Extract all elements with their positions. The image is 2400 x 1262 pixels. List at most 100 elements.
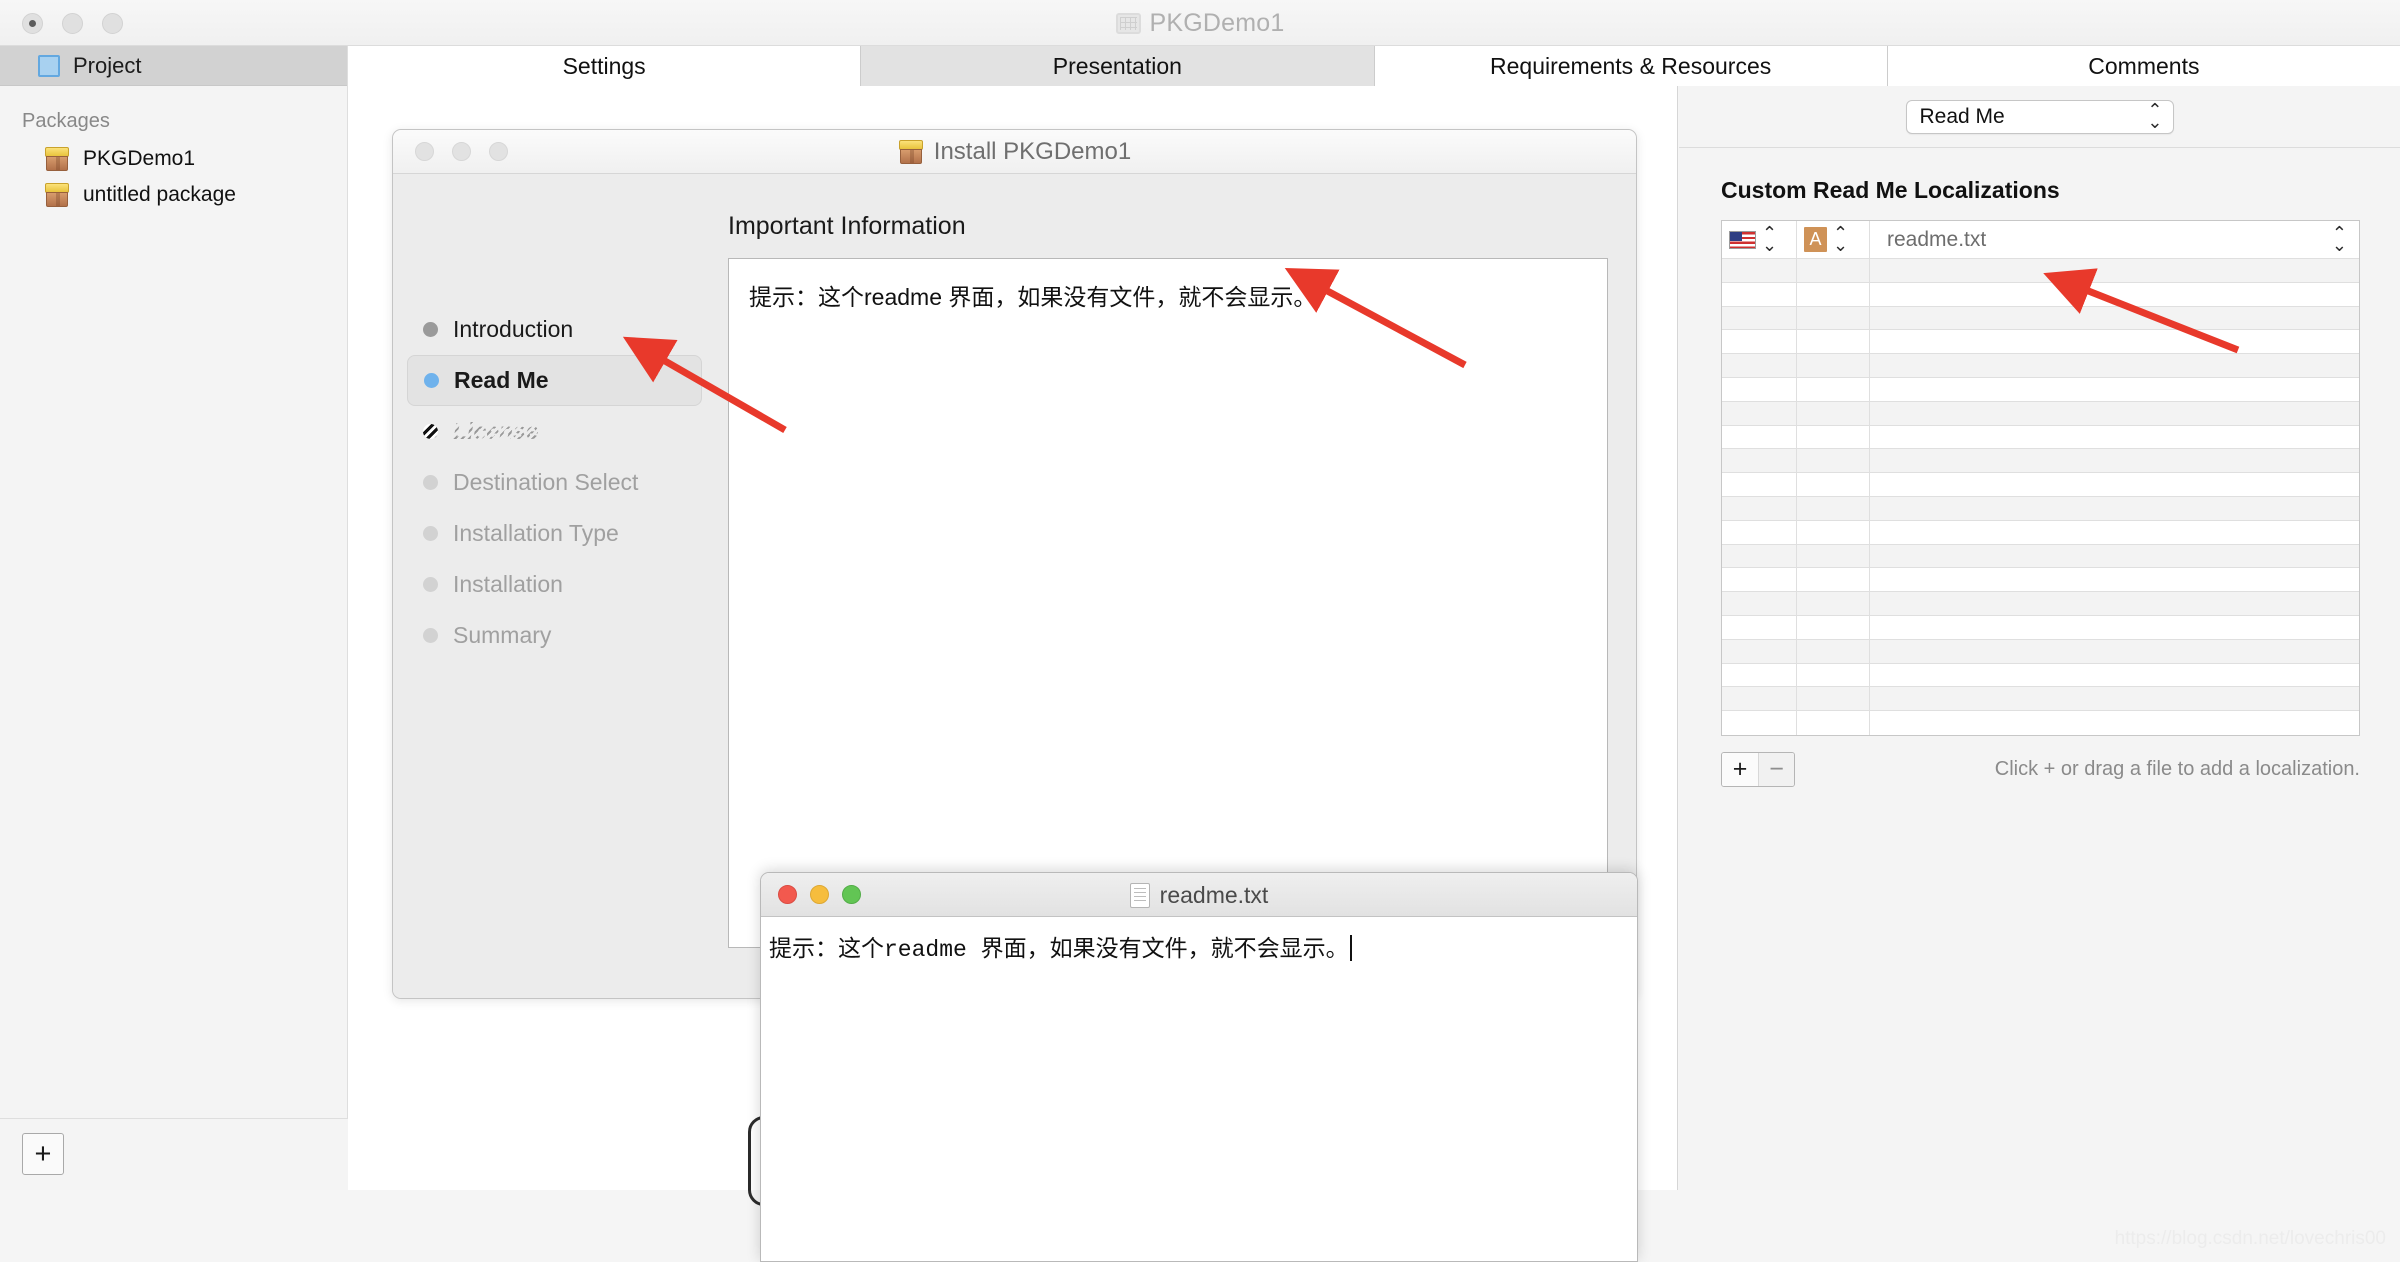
encoding-cell[interactable]: A ⌃⌄ [1797, 221, 1870, 258]
file-cell[interactable] [1870, 426, 2359, 449]
language-cell[interactable] [1722, 664, 1797, 687]
file-cell[interactable] [1870, 473, 2359, 496]
installer-step-read-me[interactable]: Read Me [407, 355, 702, 406]
table-row[interactable] [1722, 592, 2359, 616]
language-cell[interactable] [1722, 497, 1797, 520]
encoding-cell[interactable] [1797, 545, 1870, 568]
language-cell[interactable] [1722, 307, 1797, 330]
add-localization-button[interactable]: + [1722, 753, 1758, 786]
readme-text-area[interactable]: 提示：这个readme 界面，如果没有文件，就不会显示。 [761, 917, 1637, 963]
sidebar-item-untitled-package[interactable]: untitled package [0, 177, 347, 213]
file-cell[interactable]: readme.txt ⌃⌄ [1870, 221, 2359, 258]
file-cell[interactable] [1870, 592, 2359, 615]
encoding-cell[interactable] [1797, 568, 1870, 591]
file-cell[interactable] [1870, 402, 2359, 425]
section-popup-button[interactable]: Read Me ⌃⌄ [1906, 100, 2174, 134]
file-cell[interactable] [1870, 378, 2359, 401]
localizations-table[interactable]: ⌃⌄ A ⌃⌄ readme.txt ⌃⌄ [1721, 220, 2360, 736]
table-row[interactable] [1722, 473, 2359, 497]
encoding-cell[interactable] [1797, 449, 1870, 472]
table-row[interactable] [1722, 378, 2359, 402]
encoding-cell[interactable] [1797, 616, 1870, 639]
installer-step-license[interactable]: License [407, 406, 702, 457]
language-cell[interactable] [1722, 473, 1797, 496]
encoding-cell[interactable] [1797, 640, 1870, 663]
language-cell[interactable]: ⌃⌄ [1722, 221, 1797, 258]
file-cell[interactable] [1870, 664, 2359, 687]
encoding-cell[interactable] [1797, 687, 1870, 710]
language-cell[interactable] [1722, 449, 1797, 472]
encoding-cell[interactable] [1797, 664, 1870, 687]
file-cell[interactable] [1870, 259, 2359, 282]
file-cell[interactable] [1870, 497, 2359, 520]
file-cell[interactable] [1870, 521, 2359, 544]
table-row[interactable] [1722, 402, 2359, 426]
file-cell[interactable] [1870, 354, 2359, 377]
file-cell[interactable] [1870, 568, 2359, 591]
language-cell[interactable] [1722, 640, 1797, 663]
language-cell[interactable] [1722, 402, 1797, 425]
table-row[interactable]: ⌃⌄ A ⌃⌄ readme.txt ⌃⌄ [1722, 221, 2359, 259]
language-cell[interactable] [1722, 545, 1797, 568]
encoding-cell[interactable] [1797, 497, 1870, 520]
table-row[interactable] [1722, 354, 2359, 378]
table-row[interactable] [1722, 283, 2359, 307]
table-row[interactable] [1722, 568, 2359, 592]
encoding-cell[interactable] [1797, 307, 1870, 330]
tab-settings[interactable]: Settings [348, 46, 861, 86]
encoding-cell[interactable] [1797, 426, 1870, 449]
table-row[interactable] [1722, 521, 2359, 545]
language-cell[interactable] [1722, 521, 1797, 544]
encoding-cell[interactable] [1797, 592, 1870, 615]
file-cell[interactable] [1870, 283, 2359, 306]
language-cell[interactable] [1722, 616, 1797, 639]
language-cell[interactable] [1722, 592, 1797, 615]
remove-localization-button[interactable]: − [1758, 753, 1794, 786]
table-row[interactable] [1722, 640, 2359, 664]
installer-step-destination-select[interactable]: Destination Select [407, 457, 702, 508]
encoding-cell[interactable] [1797, 402, 1870, 425]
file-cell[interactable] [1870, 616, 2359, 639]
encoding-cell[interactable] [1797, 259, 1870, 282]
table-row[interactable] [1722, 307, 2359, 331]
table-row[interactable] [1722, 330, 2359, 354]
tab-requirements-resources[interactable]: Requirements & Resources [1375, 46, 1888, 86]
language-cell[interactable] [1722, 283, 1797, 306]
file-cell[interactable] [1870, 640, 2359, 663]
installer-step-summary[interactable]: Summary [407, 610, 702, 661]
file-cell[interactable] [1870, 545, 2359, 568]
file-cell[interactable] [1870, 449, 2359, 472]
table-row[interactable] [1722, 545, 2359, 569]
sidebar-item-pkgdemo1[interactable]: PKGDemo1 [0, 141, 347, 177]
table-row[interactable] [1722, 259, 2359, 283]
table-row[interactable] [1722, 711, 2359, 735]
language-cell[interactable] [1722, 354, 1797, 377]
table-row[interactable] [1722, 664, 2359, 688]
encoding-cell[interactable] [1797, 283, 1870, 306]
table-row[interactable] [1722, 426, 2359, 450]
encoding-cell[interactable] [1797, 354, 1870, 377]
language-cell[interactable] [1722, 259, 1797, 282]
language-cell[interactable] [1722, 711, 1797, 735]
encoding-cell[interactable] [1797, 521, 1870, 544]
installer-step-introduction[interactable]: Introduction [407, 304, 702, 355]
chevron-updown-icon[interactable]: ⌃⌄ [1833, 228, 1848, 250]
encoding-cell[interactable] [1797, 711, 1870, 735]
file-cell[interactable] [1870, 330, 2359, 353]
installer-step-installation[interactable]: Installation [407, 559, 702, 610]
file-cell[interactable] [1870, 711, 2359, 735]
language-cell[interactable] [1722, 568, 1797, 591]
tab-comments[interactable]: Comments [1888, 46, 2400, 86]
encoding-cell[interactable] [1797, 473, 1870, 496]
table-row[interactable] [1722, 616, 2359, 640]
file-cell[interactable] [1870, 687, 2359, 710]
chevron-updown-icon[interactable]: ⌃⌄ [1762, 228, 1777, 250]
chevron-updown-icon[interactable]: ⌃⌄ [2332, 228, 2347, 250]
language-cell[interactable] [1722, 330, 1797, 353]
table-row[interactable] [1722, 449, 2359, 473]
table-row[interactable] [1722, 687, 2359, 711]
sidebar-item-project[interactable]: Project [0, 46, 347, 86]
language-cell[interactable] [1722, 426, 1797, 449]
table-row[interactable] [1722, 497, 2359, 521]
language-cell[interactable] [1722, 687, 1797, 710]
